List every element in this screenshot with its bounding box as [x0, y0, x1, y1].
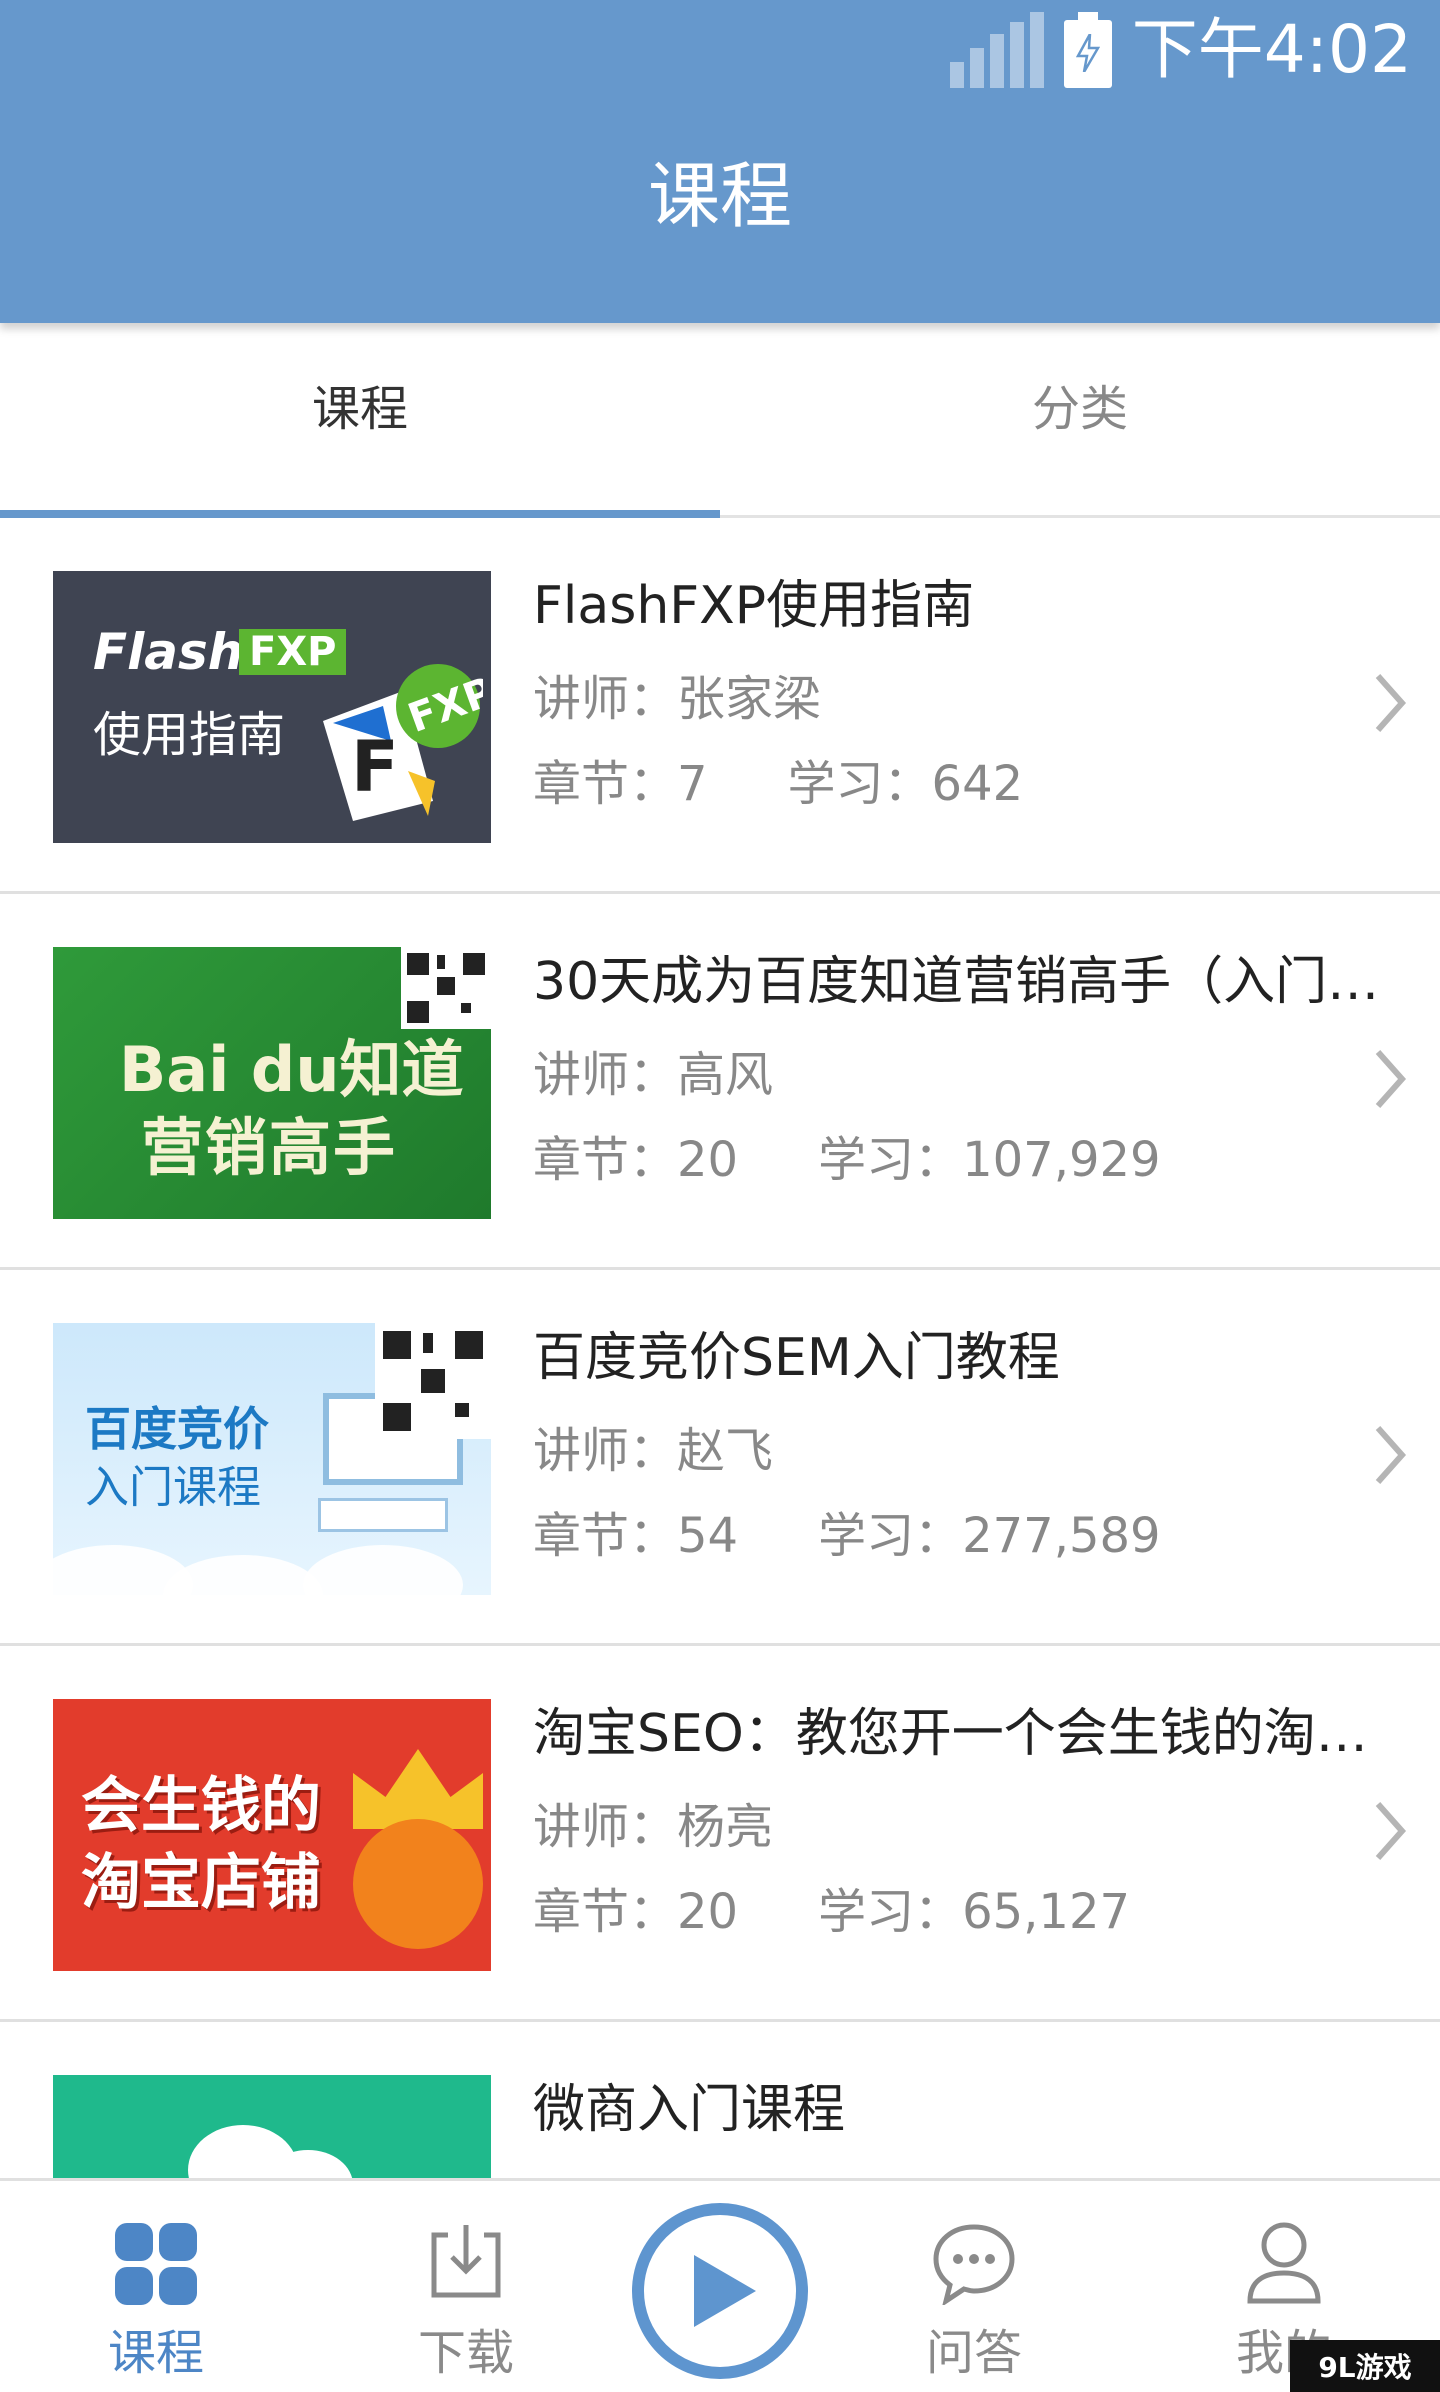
svg-text:F: F	[351, 726, 399, 808]
course-study-count: 学习：277,589	[818, 1508, 1161, 1564]
play-button[interactable]	[632, 2203, 808, 2379]
flashfxp-logo-icon: F FXP	[323, 664, 483, 821]
course-meta: 章节：54 学习：277,589	[533, 1505, 1161, 1567]
qr-code-icon	[401, 947, 491, 1029]
battery-icon	[1063, 12, 1112, 88]
qr-code-icon	[375, 1323, 491, 1439]
thumb-text: 会生钱的	[81, 1771, 321, 1841]
course-title: 30天成为百度知道营销高手（入门…	[533, 952, 1380, 1012]
thumb-text: 营销高手	[141, 1111, 398, 1184]
keyboard-icon	[318, 1498, 448, 1532]
course-thumbnail: 会生钱的 淘宝店铺	[53, 1699, 491, 1971]
thumb-text: 淘宝店铺	[81, 1848, 321, 1918]
thumb-text: 使用指南	[93, 707, 286, 763]
course-title: FlashFXP使用指南	[533, 576, 975, 636]
user-icon	[1247, 2222, 1321, 2304]
course-item[interactable]: Bai du知道 营销高手 30天成为百度知道营销高手（入门… 讲师：高风 章节…	[0, 894, 1440, 1270]
nav-label: 问答	[925, 2325, 1022, 2381]
nav-label: 课程	[107, 2325, 204, 2381]
course-thumbnail: Bai du知道 营销高手	[53, 947, 491, 1219]
course-teacher: 讲师：赵飞	[533, 1423, 774, 1479]
chevron-right-icon	[1375, 1802, 1407, 1860]
chat-icon	[933, 2224, 1015, 2305]
nav-label: 下载	[417, 2325, 514, 2381]
course-thumbnail	[53, 2075, 491, 2178]
course-title: 淘宝SEO：教您开一个会生钱的淘…	[533, 1704, 1368, 1764]
course-title: 微商入门课程	[533, 2080, 846, 2140]
course-list: Flash FXP 使用指南 F FXP FlashFXP使用指南 讲师：张家梁…	[0, 518, 1440, 2178]
course-teacher: 讲师：高风	[533, 1047, 774, 1103]
course-teacher: 讲师：杨亮	[533, 1799, 774, 1855]
mascot-icon	[353, 1819, 483, 1949]
tab-courses[interactable]: 课程	[0, 323, 720, 518]
download-icon	[431, 2225, 501, 2298]
course-meta: 章节：20 学习：107,929	[533, 1129, 1161, 1191]
chevron-right-icon	[1375, 1426, 1407, 1484]
tab-categories[interactable]: 分类	[720, 323, 1440, 515]
course-thumbnail: Flash FXP 使用指南 F FXP	[53, 571, 491, 843]
course-chapters: 章节：20	[533, 1132, 739, 1188]
status-time: 下午4:02	[1131, 11, 1412, 88]
course-item[interactable]: 百度竞价 入门课程 百度竞价SEM入门教程 讲师：赵飞 章节：54 学习：277…	[0, 1270, 1440, 1646]
app-bar: 下午4:02 课程	[0, 0, 1440, 323]
course-teacher: 讲师：张家梁	[533, 671, 822, 727]
thumb-text: Flash	[93, 623, 244, 681]
status-bar: 下午4:02	[949, 0, 1440, 100]
course-thumbnail: 百度竞价 入门课程	[53, 1323, 491, 1595]
course-study-count: 学习：65,127	[818, 1884, 1131, 1940]
course-study-count: 学习：107,929	[818, 1132, 1161, 1188]
course-chapters: 章节：20	[533, 1884, 739, 1940]
course-item[interactable]: 会生钱的 淘宝店铺 淘宝SEO：教您开一个会生钱的淘… 讲师：杨亮 章节：20 …	[0, 1646, 1440, 2022]
course-chapters: 章节：7	[533, 756, 708, 812]
tab-bar: 课程 分类	[0, 323, 1440, 518]
nav-download[interactable]: 下载	[366, 2181, 566, 2392]
watermark-logo: 9L游戏	[1290, 2340, 1440, 2392]
chevron-right-icon	[1375, 674, 1407, 732]
play-icon	[694, 2255, 756, 2327]
thumb-text: 入门课程	[85, 1462, 261, 1513]
course-meta: 章节：7 学习：642	[533, 753, 1023, 815]
nav-courses[interactable]: 课程	[56, 2181, 256, 2392]
crown-icon	[353, 1749, 483, 1829]
chevron-right-icon	[1375, 1050, 1407, 1108]
course-item[interactable]: Flash FXP 使用指南 F FXP FlashFXP使用指南 讲师：张家梁…	[0, 518, 1440, 894]
course-title: 百度竞价SEM入门教程	[533, 1328, 1060, 1388]
course-meta: 章节：20 学习：65,127	[533, 1881, 1130, 1943]
course-chapters: 章节：54	[533, 1508, 739, 1564]
course-study-count: 学习：642	[787, 756, 1024, 812]
bottom-nav: 课程 下载 问答 我的	[0, 2178, 1440, 2392]
thumb-text: Bai du知道	[119, 1033, 464, 1106]
signal-icon	[949, 12, 1044, 88]
thumb-text: 百度竞价	[85, 1402, 269, 1456]
course-item[interactable]: 微商入门课程	[0, 2022, 1440, 2178]
nav-qa[interactable]: 问答	[874, 2181, 1074, 2392]
page-title: 课程	[647, 154, 792, 238]
grid-icon	[115, 2223, 197, 2305]
